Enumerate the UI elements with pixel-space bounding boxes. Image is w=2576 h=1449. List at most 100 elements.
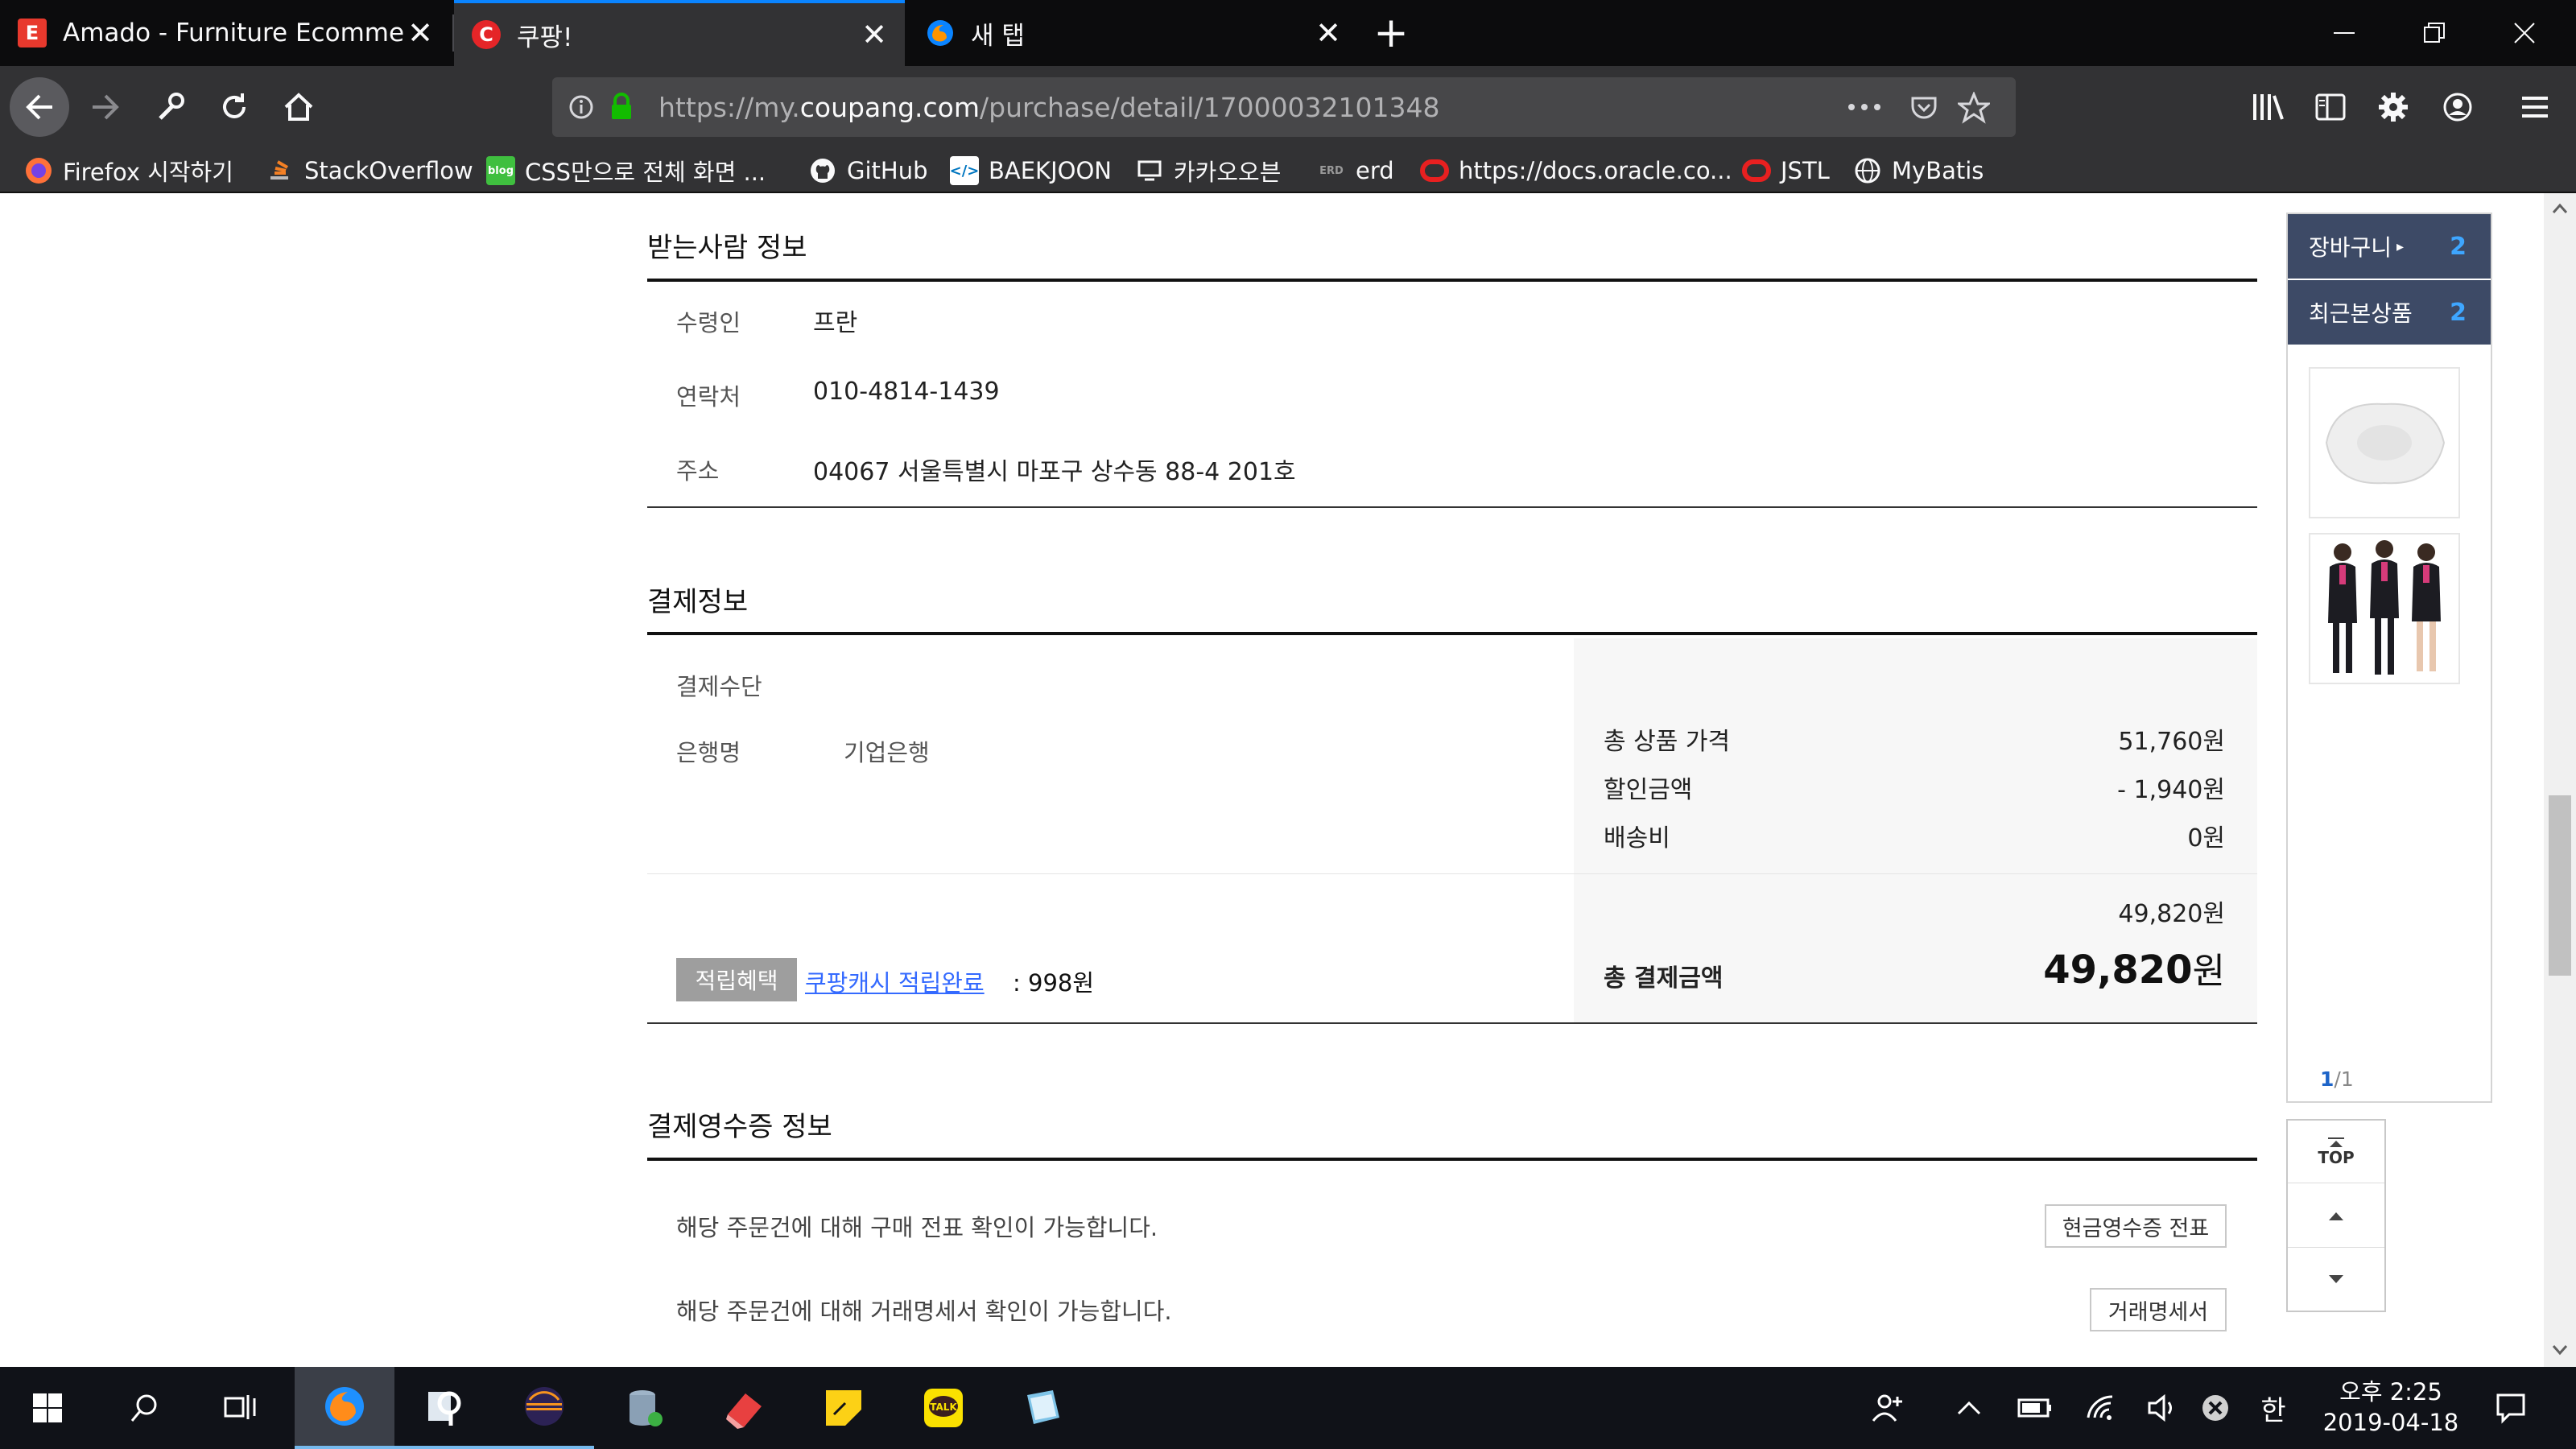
shipping-fee-label: 배송비 [1604,824,1670,852]
search-icon [130,1394,157,1422]
scroll-down-arrow-icon[interactable] [2552,1344,2568,1356]
total-payment-unit: 원 [2192,951,2225,992]
bookmark-label: CSS만으로 전체 화면 ... [525,159,766,186]
bookmark-stackoverflow[interactable]: StackOverflow [266,153,473,188]
pocket-icon[interactable] [1909,93,1938,122]
taskbar-database-app[interactable] [594,1367,694,1449]
subtotal-value: 49,820원 [2118,900,2225,928]
bookmark-label: erd [1356,157,1394,184]
taskbar-clock[interactable]: 오후 2:25 2019-04-18 [2312,1377,2470,1438]
taskbar-finder-app[interactable] [394,1367,494,1449]
notification-icon[interactable] [2484,1367,2537,1449]
taskbar-drawing-app[interactable] [694,1367,794,1449]
bookmark-jstl[interactable]: JSTL [1742,153,1830,188]
top-button[interactable]: TOP [2288,1121,2384,1183]
taskbar-app[interactable] [993,1367,1093,1449]
close-window-icon[interactable] [2479,0,2570,66]
new-tab-button[interactable]: + [1368,0,1414,66]
cash-receipt-button[interactable]: 현금영수증 전표 [2045,1204,2227,1248]
taskbar-kakaotalk[interactable]: TALK [894,1367,993,1449]
reload-button[interactable] [204,77,264,137]
bookmark-label: MyBatis [1892,157,1984,184]
menu-icon[interactable] [2505,77,2565,137]
bookmark-github[interactable]: GitHub [808,153,928,188]
arrow-up-icon [2328,1137,2344,1147]
pillow-image [2310,369,2458,517]
github-icon [808,156,837,185]
caret-right-icon: ▸ [2396,237,2405,255]
more-actions-icon[interactable] [1847,101,1882,114]
eraser-icon [726,1393,762,1429]
back-button[interactable] [10,77,69,137]
windows-logo-icon [33,1393,62,1422]
coupang-cash-link[interactable]: 쿠팡캐시 적립완료 [805,964,985,998]
page-scrollbar[interactable] [2544,193,2576,1367]
receipt-row-text: 해당 주문건에 대해 구매 전표 확인이 가능합니다. [676,1214,1158,1241]
close-tab-icon[interactable]: ✕ [1312,15,1344,51]
monitor-icon [1135,156,1164,185]
forward-arrow-icon [93,94,119,120]
scroll-down-button[interactable] [2288,1248,2384,1311]
forward-button[interactable] [76,77,135,137]
recent-item-suits[interactable] [2309,533,2460,684]
total-product-price-label: 총 상품 가격 [1604,728,1731,756]
navigation-toolbar: https://my.coupang.com/purchase/detail/1… [0,66,2576,148]
library-icon[interactable] [2238,77,2297,137]
transaction-statement-button[interactable]: 거래명세서 [2090,1288,2227,1331]
battery-icon[interactable] [2011,1367,2059,1449]
tab-new[interactable]: 새 탭 ✕ [908,0,1359,66]
recent-items-link[interactable]: 최근본상품 2 [2288,280,2491,345]
ime-indicator[interactable]: 한 [2249,1367,2297,1449]
scrollbar-thumb[interactable] [2549,795,2571,976]
taskbar-sticky-notes[interactable] [794,1367,894,1449]
recent-items-label: 최근본상품 [2309,300,2413,327]
start-button[interactable] [0,1367,95,1449]
scroll-up-button[interactable] [2288,1185,2384,1248]
bookmark-label: StackOverflow [304,157,473,184]
bookmark-firefox[interactable]: Firefox 시작하기 [24,153,233,188]
info-icon[interactable] [568,94,594,120]
close-tab-icon[interactable]: ✕ [858,17,890,52]
payment-divider [647,873,2257,874]
side-pagination: 1/1 [2320,1067,2354,1091]
home-button[interactable] [269,77,328,137]
bookmark-baekjoon[interactable]: </> BAEKJOON [950,153,1112,188]
bookmark-label: https://docs.oracle.co... [1459,157,1732,184]
task-view-button[interactable] [190,1367,290,1449]
bookmark-oracle-docs[interactable]: https://docs.oracle.co... [1420,153,1732,188]
wrench-icon[interactable] [140,77,200,137]
firefox-icon [325,1387,364,1426]
search-button[interactable] [95,1367,195,1449]
restore-icon[interactable] [2389,0,2479,66]
bookmark-mybatis[interactable]: MyBatis [1853,153,1984,188]
total-payment-label: 총 결제금액 [1604,964,1724,993]
network-error-icon[interactable] [2191,1367,2240,1449]
wifi-icon[interactable] [2077,1367,2125,1449]
erd-icon: ERD [1319,164,1344,177]
people-icon[interactable] [1860,1367,1916,1449]
scroll-up-arrow-icon[interactable] [2552,203,2568,214]
minimize-icon[interactable] [2299,0,2389,66]
extension-gear-icon[interactable] [2363,77,2423,137]
sidebar-toggle-icon[interactable] [2301,77,2360,137]
cart-link[interactable]: 장바구니 ▸ 2 [2288,214,2491,279]
tray-chevron-up-icon[interactable] [1945,1367,1993,1449]
recent-item-pillow[interactable] [2309,367,2460,518]
bookmark-kakao-oven[interactable]: 카카오오븐 [1135,153,1281,188]
taskbar-eclipse[interactable] [494,1367,594,1449]
svg-text:TALK: TALK [930,1402,957,1413]
volume-icon[interactable] [2138,1367,2186,1449]
back-arrow-icon [26,94,52,120]
url-bar[interactable]: https://my.coupang.com/purchase/detail/1… [552,77,2016,137]
close-tab-icon[interactable]: ✕ [404,15,436,51]
tab-amado[interactable]: E Amado - Furniture Ecommerce ✕ [0,0,451,66]
payment-method-label: 결제수단 [676,673,762,700]
url-text[interactable]: https://my.coupang.com/purchase/detail/1… [658,92,1440,123]
account-icon[interactable] [2428,77,2487,137]
taskbar-firefox[interactable] [295,1367,394,1449]
bookmark-erd[interactable]: ERD erd [1317,153,1394,188]
tab-coupang[interactable]: C 쿠팡! ✕ [454,0,905,66]
lock-icon[interactable] [609,93,634,122]
bookmark-star-icon[interactable] [1958,92,1990,124]
bookmark-css-blog[interactable]: blog CSS만으로 전체 화면 ... [486,153,766,188]
